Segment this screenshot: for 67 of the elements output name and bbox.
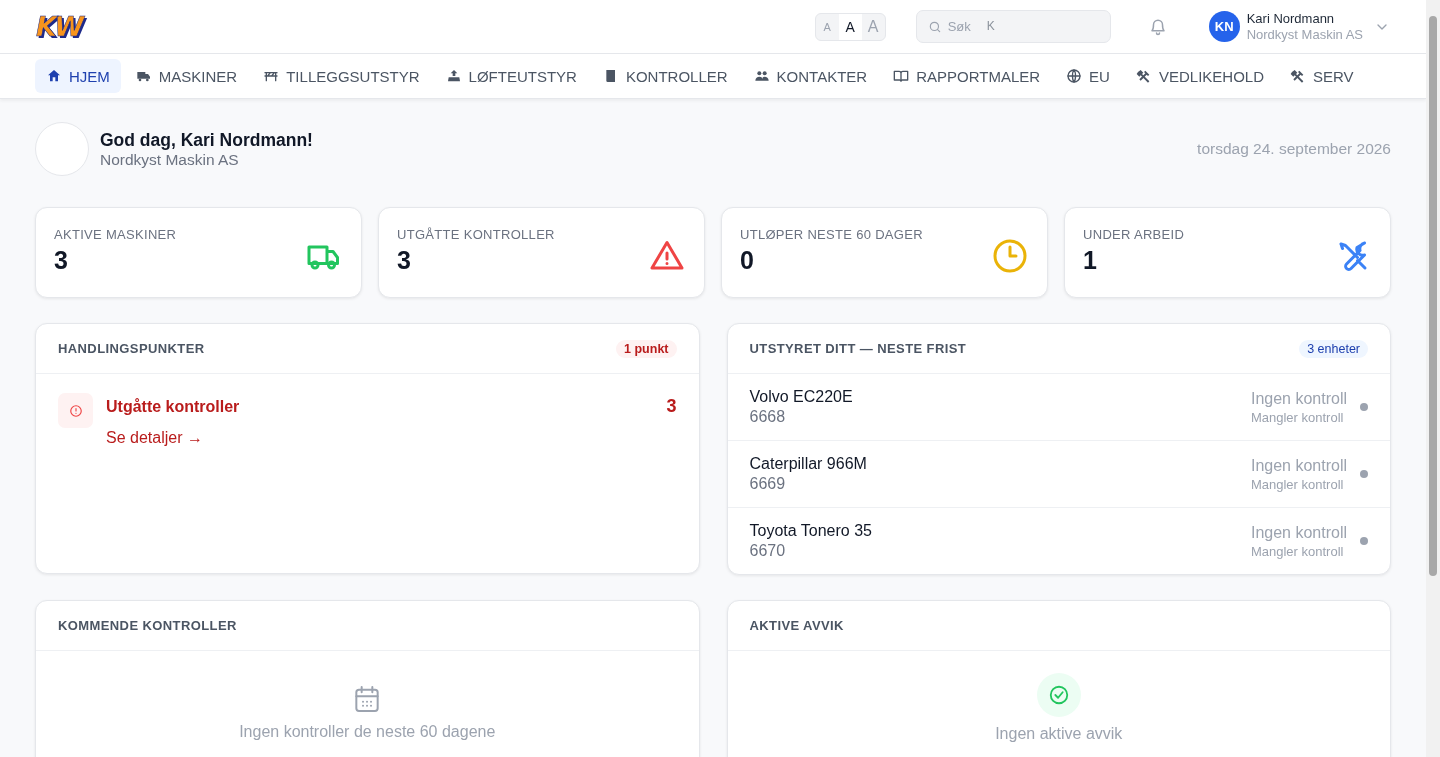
panel-title: UTSTYRET DITT — NESTE FRIST: [749, 341, 967, 356]
equipment-row[interactable]: Volvo EC220E 6668 Ingen kontroll Mangler kontroll: [727, 374, 1390, 441]
status-text: Ingen kontroll: [1250, 456, 1347, 475]
user-avatar: KN: [1208, 11, 1240, 42]
tools-icon: [1135, 68, 1152, 84]
globe-icon: [1066, 68, 1083, 84]
status-text: Ingen kontroll: [1250, 523, 1347, 542]
panel-title: KOMMENDE KONTROLLER: [58, 618, 237, 633]
user-menu[interactable]: KN Kari Nordmann Nordkyst Maskin AS: [1208, 10, 1390, 43]
stat-label: UTLØPER NESTE 60 DAGER: [740, 227, 923, 242]
nav-tab[interactable]: MASKINER: [124, 59, 249, 93]
status-detail: Mangler kontroll: [1250, 476, 1344, 492]
status-detail: Mangler kontroll: [1250, 543, 1344, 559]
greeting-title: God dag, Kari Nordmann!: [100, 129, 314, 151]
scrollbar-thumb[interactable]: [1429, 16, 1437, 576]
bell-icon[interactable]: [1148, 17, 1167, 36]
font-size-option[interactable]: A: [838, 13, 862, 40]
equipment-number: 6668: [749, 408, 787, 426]
nav-tab[interactable]: EU: [1055, 59, 1121, 93]
company-name: Nordkyst Maskin AS: [100, 150, 240, 169]
count-badge: 1 punkt: [616, 339, 677, 358]
equipment-name: Toyota Tonero 35: [749, 522, 873, 540]
action-count: 3: [666, 396, 677, 418]
stat-value: 3: [397, 246, 412, 275]
panel-title: AKTIVE AVVIK: [749, 618, 844, 633]
action-title: Utgåtte kontroller: [106, 398, 241, 416]
users-icon: [753, 68, 770, 84]
user-name: Kari Nordmann: [1246, 10, 1335, 27]
details-link[interactable]: Se detaljer →: [106, 429, 203, 447]
empty-message: Ingen kontroller de neste 60 dagene: [239, 723, 496, 741]
stat-label: UNDER ARBEID: [1083, 227, 1185, 242]
panel-title: HANDLINGSPUNKTER: [58, 341, 205, 356]
nav-tab[interactable]: VEDLIKEHOLD: [1124, 59, 1275, 93]
equipment-row[interactable]: Caterpillar 966M 6669 Ingen kontroll Mangler kontroll: [727, 441, 1390, 508]
clock-icon: [992, 238, 1028, 274]
equipment-name: Volvo EC220E: [749, 388, 854, 406]
current-date: torsdag 24. september 2026: [1197, 140, 1391, 158]
stat-value: 0: [740, 246, 755, 275]
stat-label: UTGÅTTE KONTROLLER: [397, 227, 555, 242]
count-badge: 3 enheter: [1299, 339, 1368, 358]
alert-icon: [68, 403, 83, 418]
nav-tab[interactable]: SERV: [1279, 59, 1365, 93]
stat-label: AKTIVE MASKINER: [54, 227, 177, 242]
stat-value: 1: [1083, 246, 1098, 275]
equipment-number: 6669: [749, 475, 787, 493]
status-detail: Mangler kontroll: [1250, 409, 1344, 425]
bookopen-icon: [893, 68, 910, 84]
lift-icon: [445, 68, 462, 84]
nav-tab[interactable]: KONTROLLER: [591, 59, 739, 93]
stat-value: 3: [54, 246, 69, 275]
equipment-row[interactable]: Toyota Tonero 35 6670 Ingen kontroll Mangler kontroll: [727, 508, 1390, 574]
search-icon: [927, 20, 942, 34]
avatar-placeholder: [35, 122, 89, 176]
empty-message: Ingen aktive avvik: [995, 725, 1123, 743]
nav-tab[interactable]: HJEM: [35, 59, 121, 93]
home-icon: [46, 68, 62, 84]
nav-tab[interactable]: RAPPORTMALER: [882, 59, 1052, 93]
equipment-name: Caterpillar 966M: [749, 455, 868, 473]
equipment-number: 6670: [749, 542, 787, 560]
tools-icon: [1290, 68, 1306, 84]
check-circle-icon: [1047, 684, 1070, 706]
shortcut-hint: K: [986, 19, 995, 33]
user-company: Nordkyst Maskin AS: [1246, 26, 1363, 43]
status-text: Ingen kontroll: [1250, 389, 1347, 408]
nav-tab[interactable]: KONTAKTER: [742, 59, 879, 93]
nav-tab[interactable]: TILLEGGSUTSTYR: [252, 59, 431, 93]
nav-tab[interactable]: LØFTEUTSTYR: [434, 59, 588, 93]
